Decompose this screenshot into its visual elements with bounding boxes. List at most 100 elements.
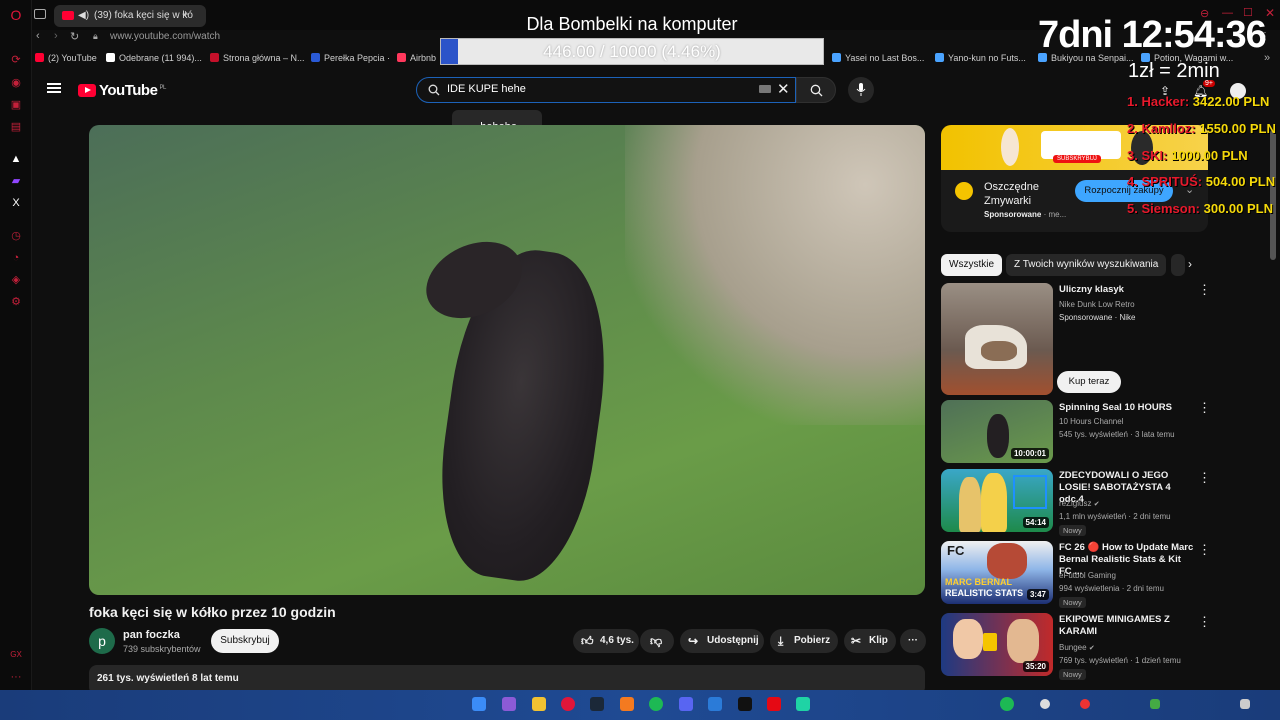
bookmark-item[interactable]: Yano-kun no Futs... [935, 53, 1026, 63]
video-player[interactable] [89, 125, 925, 595]
video-duration: 54:14 [1022, 517, 1049, 528]
search-icon [428, 84, 440, 96]
new-badge: Nowy [1059, 597, 1086, 608]
bookmark-label: Odebrane (11 994)... [119, 53, 202, 63]
chip-all[interactable]: Wszystkie [941, 254, 1002, 276]
app-icon[interactable] [502, 697, 516, 711]
lb-amount: 1550.00 PLN [1199, 121, 1276, 136]
box-icon[interactable]: ◈ [9, 273, 23, 287]
youtube-logo[interactable]: YouTube PL [78, 82, 166, 99]
discord-icon[interactable] [679, 697, 693, 711]
bookmark-item[interactable]: Strona główna – N... [210, 53, 305, 63]
buy-now-button[interactable]: Kup teraz [1057, 371, 1121, 393]
page-scrollbar[interactable] [1270, 130, 1276, 260]
app-icon[interactable] [708, 697, 722, 711]
netflix-icon[interactable] [767, 697, 781, 711]
bookmark-item[interactable]: Perełka Pepcia · [311, 53, 390, 63]
tray-app-icon[interactable] [1080, 699, 1090, 709]
more-options-icon[interactable]: ⋮ [1198, 615, 1211, 628]
lb-name: Kamlloz: [1141, 121, 1196, 136]
tray-spotify-icon[interactable] [1000, 697, 1014, 711]
bookmark-item[interactable]: Odebrane (11 994)... [106, 53, 202, 63]
spotify-icon[interactable] [649, 697, 663, 711]
windows-start-icon[interactable] [472, 697, 486, 711]
back-icon[interactable]: ‹ [36, 30, 40, 42]
clear-search-icon[interactable]: ✕ [777, 80, 790, 98]
lb-rank: 4. [1127, 174, 1138, 189]
video-item-title[interactable]: Uliczny klasyk [1059, 284, 1194, 296]
new-tab-button[interactable]: + [182, 7, 189, 21]
tabs-menu-icon[interactable] [34, 9, 46, 19]
more-options-icon[interactable]: ⋮ [1198, 543, 1211, 556]
seal-thumb-image [987, 414, 1009, 458]
messenger-icon[interactable]: ◉ [9, 76, 23, 90]
opera-taskbar-icon[interactable] [561, 697, 575, 711]
bookmark-item[interactable]: Yasei no Last Bos... [832, 53, 924, 63]
dislike-button[interactable]: 👎︎ [640, 629, 674, 653]
app-icon[interactable] [620, 697, 634, 711]
person-thumb-image [981, 473, 1007, 532]
bookmark-label: Strona główna – N... [223, 53, 305, 63]
clock-icon[interactable]: ◷ [9, 229, 23, 243]
lb-name: SPRITUŚ: [1141, 174, 1203, 189]
thumbnail-sabotazysta[interactable]: 54:14 [941, 469, 1053, 532]
reload-icon[interactable]: ↻ [70, 30, 79, 43]
more-actions-button[interactable]: ··· [900, 629, 926, 653]
refresh-icon[interactable]: ⟳ [9, 53, 23, 67]
url-field[interactable]: www.youtube.com/watch [110, 31, 220, 42]
like-button[interactable]: 👍︎ 4,6 tys. [573, 629, 639, 653]
search-input[interactable] [447, 83, 747, 95]
chips-next-icon[interactable]: › [1188, 257, 1192, 271]
aria-icon[interactable]: ▲ [9, 152, 23, 166]
thumbnail-fc26[interactable]: FC MARC BERNAL REALISTIC STATS 3:47 [941, 541, 1053, 604]
channel-avatar[interactable]: p [89, 628, 115, 654]
video-item-meta: 994 wyświetlenia · 2 dni temu [1059, 584, 1164, 593]
channel-name[interactable]: pan foczka [123, 629, 180, 641]
booking-favicon-icon [311, 53, 320, 62]
subscribe-button[interactable]: Subskrybuj [211, 629, 279, 653]
download-button[interactable]: ⤓ Pobierz [770, 629, 838, 653]
app-icon[interactable] [796, 697, 810, 711]
x-icon[interactable]: X [9, 196, 23, 210]
search-box[interactable]: ✕ [416, 77, 796, 103]
more-options-icon[interactable]: ⋮ [1198, 471, 1211, 484]
steam-icon[interactable] [590, 697, 604, 711]
thumbnail-spinning-seal[interactable]: 10:00:01 [941, 400, 1053, 463]
speaker-icon[interactable]: ◀) [78, 5, 89, 27]
music-icon[interactable]: ▤ [9, 120, 23, 134]
settings-icon[interactable]: ⚙ [9, 295, 23, 309]
leaderboard-entry: 4. SPRITUŚ: 504.00 PLN [1127, 174, 1275, 189]
search-button[interactable] [796, 77, 836, 103]
voice-search-button[interactable] [848, 77, 874, 103]
thumbnail-ekipowe[interactable]: 35:20 [941, 613, 1053, 676]
gmail-favicon-icon [106, 53, 115, 62]
app-icon[interactable] [738, 697, 752, 711]
more-icon[interactable]: ··· [9, 670, 23, 684]
forward-icon[interactable]: › [54, 30, 58, 42]
chat-icon[interactable]: ▣ [9, 98, 23, 112]
tray-headset-icon[interactable] [1040, 699, 1050, 709]
folder-icon[interactable] [532, 697, 546, 711]
hamburger-menu-icon[interactable] [47, 83, 61, 93]
keyboard-icon[interactable] [759, 85, 771, 93]
more-options-icon[interactable]: ⋮ [1198, 401, 1211, 414]
close-window-icon[interactable]: ✕ [1265, 6, 1275, 20]
twitch-icon[interactable]: ▰ [9, 174, 23, 188]
tray-shield-icon[interactable] [1150, 699, 1160, 709]
chip-partial[interactable] [1171, 254, 1185, 276]
bookmark-item[interactable]: (2) YouTube [35, 53, 97, 63]
chip-from-search[interactable]: Z Twoich wyników wyszukiwania [1006, 254, 1167, 276]
thumbnail-nike[interactable] [941, 283, 1053, 395]
tray-notification-icon[interactable] [1240, 699, 1250, 709]
gx-icon[interactable]: GX [9, 648, 23, 662]
video-item-title[interactable]: EKIPOWE MINIGAMES Z KARAMI [1059, 614, 1194, 638]
more-options-icon[interactable]: ⋮ [1198, 283, 1211, 296]
bookmark-item[interactable]: Airbnb [397, 53, 436, 63]
clip-button[interactable]: ✂ Klip [844, 629, 896, 653]
opera-logo-icon[interactable]: O [9, 8, 23, 22]
history-icon[interactable]: ◔ [9, 251, 23, 265]
fc-logo-text: FC [947, 543, 965, 558]
video-item-title[interactable]: Spinning Seal 10 HOURS [1059, 402, 1194, 414]
share-button[interactable]: ↪ Udostępnij [680, 629, 764, 653]
video-item-channel: Bungee ✔ [1059, 643, 1095, 652]
